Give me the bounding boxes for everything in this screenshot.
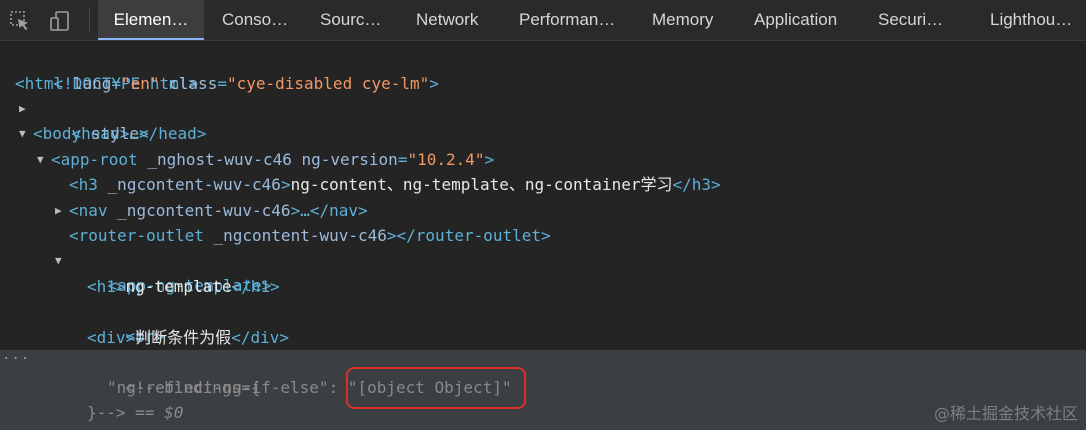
div-close-tag: </div> (231, 328, 289, 347)
selected-node-ref: $0 (164, 403, 184, 422)
device-toolbar-icon[interactable] (48, 10, 72, 32)
elements-dom-tree: ··· <!DOCTYPE html> <html lang="en" clas… (0, 41, 1086, 430)
nav-attr-ngcontent: _ngcontent-wuv-c46 (117, 201, 291, 220)
tree-line-head[interactable]: <head>…</head> (33, 96, 207, 143)
html-tag-name: html (24, 74, 64, 93)
h1-open-tag: <h1> (87, 277, 126, 296)
tree-line-div[interactable]: <div>判断条件为假</div> (87, 325, 289, 350)
div-open-tag: <div> (87, 328, 136, 347)
html-attr-lang: lang (72, 74, 112, 93)
router-outlet-open-tag: <router-outlet (69, 226, 204, 245)
html-close-bracket: > (429, 74, 439, 93)
h3-close-tag: </h3> (672, 175, 721, 194)
tab-performance[interactable]: Performan… (519, 0, 615, 40)
app-root-attr-ng-version: ng-version (301, 150, 398, 169)
expand-arrow-nav[interactable]: ▶ (55, 198, 62, 223)
tree-line-app-root[interactable]: <app-root _nghost-wuv-c46 ng-version="10… (51, 147, 494, 172)
body-tag: <body (33, 124, 82, 143)
collapse-arrow-body[interactable]: ▼ (19, 121, 26, 146)
tree-line-comment-open[interactable]: <!--bindings={ (87, 350, 261, 397)
expand-arrow-head[interactable]: ▶ (19, 96, 26, 121)
body-close-bracket: > (138, 124, 149, 143)
html-open-bracket: < (15, 74, 25, 93)
tree-line-app-ng-template[interactable]: <app-ng-template> (69, 248, 272, 295)
collapse-arrow-app-root[interactable]: ▼ (37, 147, 44, 172)
body-attr-style: style (90, 124, 139, 143)
comment-binding-colon: : (328, 378, 348, 397)
app-root-close-bracket: > (484, 150, 495, 169)
tab-elements[interactable]: Elemen… (98, 0, 204, 40)
tree-line-html[interactable]: <html lang="en" class="cye-disabled cye-… (15, 71, 439, 96)
tab-console[interactable]: Conso… (222, 0, 288, 40)
h3-gt: > (280, 175, 291, 194)
tab-application[interactable]: Application (754, 0, 837, 40)
h1-close-tag: </h1> (231, 277, 280, 296)
h1-text-content: ng-template (125, 277, 232, 296)
tree-line-comment-close[interactable]: }--> == $0 (87, 400, 183, 425)
comment-close-text: }--> (87, 403, 126, 422)
h3-text-content: ng-content、ng-template、ng-container学习 (290, 175, 673, 194)
inspect-element-icon[interactable] (8, 10, 32, 32)
devtools-tabbar: Elemen… Conso… Sourc… Network Performan…… (0, 0, 1086, 41)
tree-line-br[interactable]: <br> (87, 299, 165, 346)
tree-line-h1[interactable]: <h1>ng-template</h1> (87, 274, 280, 299)
h3-attr-ngcontent: _ngcontent-wuv-c46 (107, 175, 281, 194)
html-attr-lang-value: "en" (120, 74, 160, 93)
collapse-arrow-app-ng-template[interactable]: ▼ (55, 248, 62, 273)
app-root-attr-nghost: _nghost-wuv-c46 (147, 150, 292, 169)
nav-open-tag: <nav (69, 201, 108, 220)
tree-line-nav[interactable]: <nav _ngcontent-wuv-c46>…</nav> (69, 198, 368, 223)
comment-binding-key: "ng-reflect-ng-if-else" (107, 378, 329, 397)
watermark-text: @稀土掘金技术社区 (933, 404, 1078, 423)
tab-memory[interactable]: Memory (652, 0, 713, 40)
html-attr-class: class (169, 74, 218, 93)
h3-open-tag: <h3 (69, 175, 98, 194)
tab-lighthouse[interactable]: Lighthou… (990, 0, 1072, 40)
div-text-content: 判断条件为假 (135, 328, 232, 347)
router-outlet-attr-ngcontent: _ngcontent-wuv-c46 (213, 226, 387, 245)
annotation-highlight-box (346, 367, 526, 409)
tree-line-h3[interactable]: <h3 _ngcontent-wuv-c46>ng-content、ng-tem… (69, 172, 721, 197)
toolbar-divider (89, 8, 90, 32)
tab-network[interactable]: Network (416, 0, 478, 40)
app-root-tag: <app-root (51, 150, 138, 169)
tree-line-body[interactable]: <body style> (33, 121, 149, 146)
html-attr-class-value: "cye-disabled cye-lm" (226, 74, 430, 93)
app-root-ng-version-value: "10.2.4" (407, 150, 485, 169)
nav-rest: >…</nav> (290, 201, 368, 220)
selected-eq-sign: == (125, 403, 165, 422)
node-menu-ellipsis[interactable]: ··· (2, 350, 30, 375)
tree-line-doctype[interactable]: <!DOCTYPE html> (15, 46, 199, 93)
tab-sources[interactable]: Sourc… (320, 0, 381, 40)
router-outlet-rest: ></router-outlet> (386, 226, 551, 245)
tree-line-router-outlet[interactable]: <router-outlet _ngcontent-wuv-c46></rout… (69, 223, 551, 248)
tab-security[interactable]: Securi… (878, 0, 943, 40)
